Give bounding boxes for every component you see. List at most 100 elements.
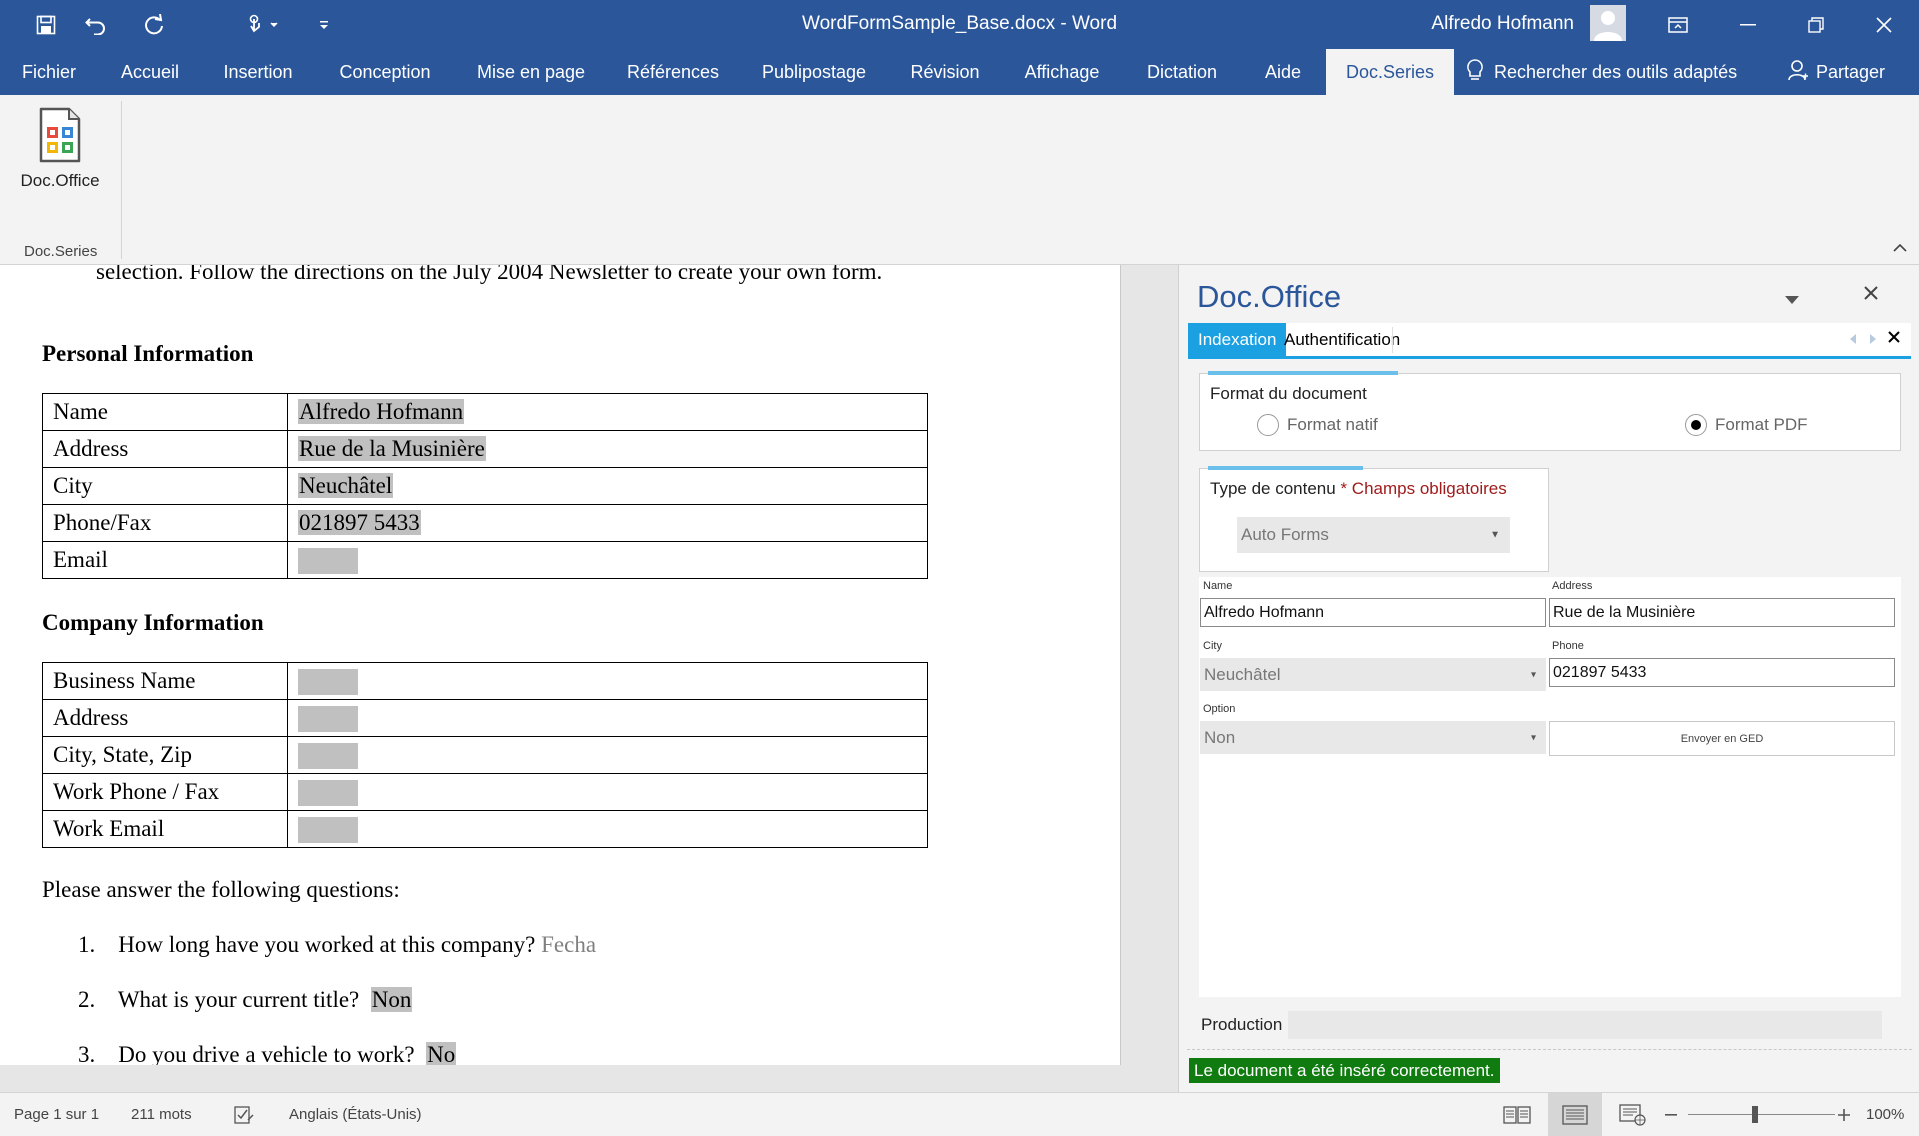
question-answer-field[interactable]: No (426, 1042, 457, 1065)
company-info-heading: Company Information (42, 610, 264, 635)
field-value[interactable]: 021897 5433 (298, 510, 421, 535)
tab-fichier[interactable]: Fichier (6, 49, 92, 95)
tab-affichage[interactable]: Affichage (1012, 49, 1112, 95)
document-page[interactable]: selection. Follow the directions on the … (0, 265, 1121, 1065)
language-indicator[interactable]: Anglais (États-Unis) (289, 1093, 422, 1136)
tab-references[interactable]: Références (618, 49, 728, 95)
send-to-ged-button[interactable]: Envoyer en GED (1549, 721, 1895, 756)
form-field[interactable]: Neuchâtel (287, 467, 928, 505)
minimize-icon[interactable] (1720, 0, 1776, 49)
tab-aide[interactable]: Aide (1252, 49, 1314, 95)
question-answer-field[interactable]: Non (370, 987, 413, 1012)
group-accent-bar (1208, 371, 1398, 375)
name-input[interactable]: Alfredo Hofmann (1200, 598, 1546, 627)
question-answer-field[interactable]: Fecha (541, 932, 596, 957)
tab-scroll-left-icon[interactable] (1850, 331, 1856, 349)
user-name[interactable]: Alfredo Hofmann (1431, 13, 1574, 35)
personal-info-table: Name Alfredo Hofmann Address Rue de la M… (42, 393, 928, 579)
tell-me-label: Rechercher des outils adaptés (1494, 61, 1738, 82)
radio-circle[interactable] (1257, 414, 1279, 436)
restore-icon[interactable] (1788, 0, 1844, 49)
customize-qat-icon[interactable] (302, 0, 346, 49)
share-button[interactable]: Partager (1788, 49, 1885, 95)
form-field[interactable] (287, 662, 928, 700)
tab-doc-series[interactable]: Doc.Series (1326, 49, 1454, 95)
zoom-slider-thumb[interactable] (1752, 1106, 1758, 1123)
form-field[interactable]: 021897 5433 (287, 504, 928, 542)
print-layout-icon[interactable] (1548, 1093, 1602, 1136)
empty-field-shading[interactable] (298, 705, 358, 732)
tab-mise-en-page[interactable]: Mise en page (466, 49, 596, 95)
city-select[interactable]: Neuchâtel ▾ (1200, 658, 1546, 691)
ribbon-display-options-icon[interactable] (1650, 0, 1706, 49)
tab-revision[interactable]: Révision (900, 49, 990, 95)
pane-options-chevron-icon[interactable] (1785, 291, 1799, 309)
tab-dictation[interactable]: Dictation (1134, 49, 1230, 95)
form-field[interactable] (287, 810, 928, 848)
field-value[interactable]: Alfredo Hofmann (298, 399, 465, 424)
collapse-ribbon-icon[interactable] (1893, 240, 1907, 258)
option-select[interactable]: Non ▾ (1200, 721, 1546, 754)
questions-intro: Please answer the following questions: (42, 877, 400, 902)
proofing-icon[interactable] (232, 1093, 256, 1136)
form-field[interactable]: Rue de la Musinière (287, 430, 928, 468)
empty-field-shading[interactable] (298, 742, 358, 769)
zoom-in-icon[interactable] (1832, 1093, 1856, 1136)
touch-mode-icon[interactable] (242, 0, 288, 49)
table-row: Address (42, 699, 928, 737)
field-value[interactable]: Rue de la Musinière (298, 436, 486, 461)
redo-icon[interactable] (132, 0, 176, 49)
tab-publipostage[interactable]: Publipostage (750, 49, 878, 95)
content-type-select[interactable]: Auto Forms ▼ (1237, 517, 1510, 553)
production-section[interactable]: Production (1195, 1011, 1882, 1039)
question-item: 1. How long have you worked at this comp… (78, 932, 596, 958)
page-count[interactable]: Page 1 sur 1 (14, 1093, 99, 1136)
close-window-icon[interactable] (1856, 0, 1912, 49)
docoffice-ribbon-button[interactable]: Doc.Office (10, 105, 110, 205)
empty-field-shading[interactable] (298, 779, 358, 806)
radio-format-natif[interactable]: Format natif (1257, 414, 1378, 436)
tab-conception[interactable]: Conception (326, 49, 444, 95)
radio-circle-selected[interactable] (1685, 414, 1707, 436)
question-number: 3. (78, 1042, 96, 1065)
undo-icon[interactable] (74, 0, 118, 49)
user-avatar[interactable] (1590, 5, 1626, 41)
form-field[interactable] (287, 773, 928, 811)
row-label: Address (42, 699, 288, 737)
zoom-out-icon[interactable] (1661, 1093, 1681, 1136)
question-text: How long have you worked at this company… (118, 932, 536, 957)
zoom-slider-track[interactable] (1688, 1114, 1835, 1115)
tab-accueil[interactable]: Accueil (108, 49, 192, 95)
docoffice-button-label: Doc.Office (20, 171, 100, 190)
tab-authentification[interactable]: Authentification (1274, 323, 1410, 356)
empty-field-shading[interactable] (298, 816, 358, 843)
form-field[interactable]: Alfredo Hofmann (287, 393, 928, 431)
table-row: Phone/Fax 021897 5433 (42, 504, 928, 542)
city-value: Neuchâtel (1204, 664, 1281, 684)
tell-me-search[interactable]: Rechercher des outils adaptés (1466, 49, 1737, 95)
tab-scroll-right-icon[interactable] (1870, 331, 1876, 349)
web-layout-icon[interactable] (1616, 1093, 1650, 1136)
word-count[interactable]: 211 mots (131, 1093, 192, 1136)
read-mode-icon[interactable] (1500, 1093, 1534, 1136)
zoom-level[interactable]: 100% (1866, 1093, 1904, 1136)
personal-info-heading: Personal Information (42, 341, 254, 366)
address-field-label: Address (1552, 580, 1593, 592)
form-field[interactable] (287, 736, 928, 774)
field-value[interactable]: Neuchâtel (298, 473, 394, 498)
tab-insertion[interactable]: Insertion (212, 49, 304, 95)
phone-input[interactable]: 021897 5433 (1549, 658, 1895, 687)
row-label: Work Email (42, 810, 288, 848)
radio-format-pdf[interactable]: Format PDF (1685, 414, 1808, 436)
address-input[interactable]: Rue de la Musinière (1549, 598, 1895, 627)
empty-field-shading[interactable] (298, 547, 358, 574)
save-icon[interactable] (24, 0, 68, 49)
pane-close-icon[interactable] (1863, 285, 1879, 306)
format-group-title: Format du document (1210, 384, 1367, 403)
document-area[interactable]: selection. Follow the directions on the … (0, 265, 1178, 1065)
form-field[interactable] (287, 541, 928, 579)
tab-close-icon[interactable] (1888, 330, 1900, 348)
form-field[interactable] (287, 699, 928, 737)
empty-field-shading[interactable] (298, 668, 358, 695)
tab-indexation[interactable]: Indexation (1188, 323, 1287, 356)
